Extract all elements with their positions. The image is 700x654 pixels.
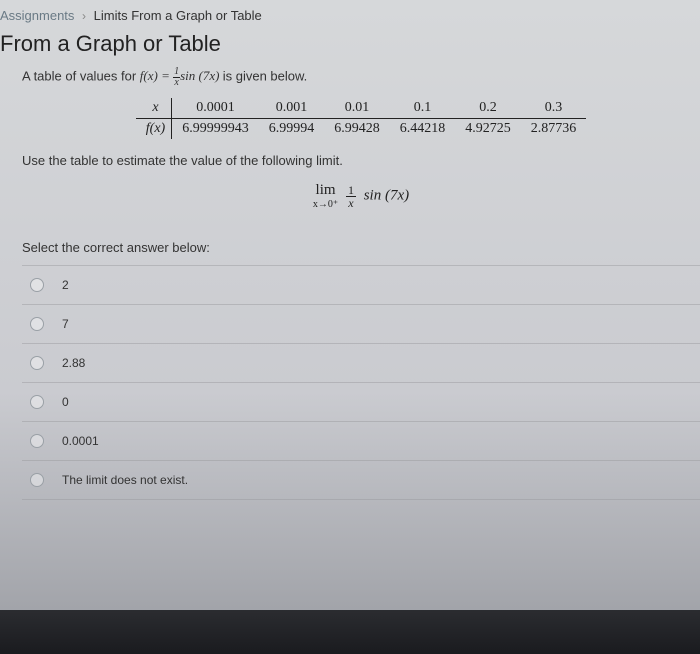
answer-options: 2 7 2.88 0 0.0001 The limit does not exi…: [22, 265, 700, 500]
breadcrumb-parent-link[interactable]: Assignments: [0, 8, 74, 23]
fx-val: 6.44218: [390, 119, 456, 140]
page-title: From a Graph or Table: [0, 29, 700, 67]
question-content: A table of values for f(x) = 1 x sin (7x…: [0, 67, 700, 500]
table-row: x 0.0001 0.001 0.01 0.1 0.2 0.3: [136, 98, 586, 119]
lim-rest: sin (7x): [364, 187, 409, 203]
option-label: 0.0001: [62, 434, 99, 448]
breadcrumb-current: Limits From a Graph or Table: [94, 8, 262, 23]
x-val: 0.2: [455, 98, 521, 119]
option-label: 7: [62, 317, 69, 331]
table-row: f(x) 6.99999943 6.99994 6.99428 6.44218 …: [136, 119, 586, 140]
x-val: 0.0001: [172, 98, 259, 119]
instruction-text: Use the table to estimate the value of t…: [22, 153, 700, 168]
answer-option[interactable]: 0.0001: [22, 422, 700, 461]
x-val: 0.01: [324, 98, 390, 119]
values-table-wrap: x 0.0001 0.001 0.01 0.1 0.2 0.3 f(x) 6.9…: [22, 98, 700, 139]
intro-text: A table of values for f(x) = 1 x sin (7x…: [22, 67, 700, 88]
taskbar: [0, 610, 700, 654]
breadcrumb: Assignments › Limits From a Graph or Tab…: [0, 0, 700, 29]
func-def: f(x) = 1 x sin (7x): [140, 68, 223, 83]
values-table: x 0.0001 0.001 0.01 0.1 0.2 0.3 f(x) 6.9…: [136, 98, 586, 139]
x-val: 0.001: [259, 98, 325, 119]
lim-frac-den: x: [346, 197, 356, 209]
option-label: 2: [62, 278, 69, 292]
option-label: 2.88: [62, 356, 85, 370]
lim-text: lim: [313, 182, 338, 199]
radio-icon[interactable]: [30, 473, 44, 487]
fx-val: 6.99999943: [172, 119, 259, 140]
x-val: 0.1: [390, 98, 456, 119]
answer-option[interactable]: The limit does not exist.: [22, 461, 700, 500]
option-label: 0: [62, 395, 69, 409]
lim-approach: x→0⁺: [313, 199, 338, 210]
radio-icon[interactable]: [30, 434, 44, 448]
answer-option[interactable]: 2: [22, 265, 700, 305]
fx-val: 6.99994: [259, 119, 325, 140]
fx-val: 6.99428: [324, 119, 390, 140]
answer-option[interactable]: 0: [22, 383, 700, 422]
intro-suffix: is given below.: [223, 68, 308, 83]
radio-icon[interactable]: [30, 278, 44, 292]
lim-frac-num: 1: [346, 184, 356, 197]
chevron-right-icon: ›: [82, 9, 86, 23]
select-prompt: Select the correct answer below:: [22, 240, 700, 255]
fx-label: f(x): [136, 119, 172, 140]
x-label: x: [136, 98, 172, 119]
intro-prefix: A table of values for: [22, 68, 140, 83]
fx-val: 2.87736: [521, 119, 587, 140]
answer-option[interactable]: 7: [22, 305, 700, 344]
lim-symbol: lim x→0⁺: [313, 182, 338, 210]
func-lhs: f(x) =: [140, 68, 173, 83]
radio-icon[interactable]: [30, 356, 44, 370]
option-label: The limit does not exist.: [62, 473, 188, 487]
fx-val: 4.92725: [455, 119, 521, 140]
answer-option[interactable]: 2.88: [22, 344, 700, 383]
lim-frac: 1 x: [346, 184, 356, 209]
radio-icon[interactable]: [30, 317, 44, 331]
radio-icon[interactable]: [30, 395, 44, 409]
x-val: 0.3: [521, 98, 587, 119]
limit-expression: lim x→0⁺ 1 x sin (7x): [22, 182, 700, 210]
func-rest: sin (7x): [180, 68, 219, 83]
